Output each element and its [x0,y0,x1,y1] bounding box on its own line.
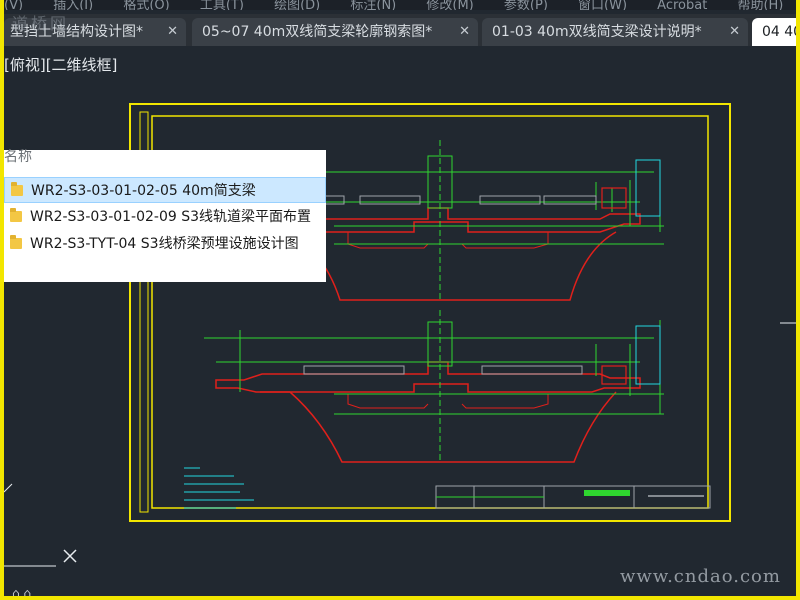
ucs-axis-y [4,483,13,493]
title-block [435,485,711,509]
watermark-top-left: 道桥网 [12,14,70,33]
drawing-notes [184,467,254,509]
status-bar-icons[interactable]: ⌂ ⌂ [12,586,31,596]
file-name: WR2-S3-TYT-04 S3线桥梁预埋设施设计图 [30,236,299,252]
folder-icon [10,208,22,222]
folder-icon [11,182,23,196]
watermark-bottom-right: www.cndao.com [620,566,781,587]
column-header-name[interactable]: 名称 [4,146,32,166]
ucs-x-marker-icon [63,549,77,563]
file-list-panel: 名称 WR2-S3-03-01-02-05 40m简支梁 WR2-S3-03-0… [4,149,326,282]
folder-icon [10,235,22,249]
file-name: WR2-S3-03-01-02-05 40m简支梁 [31,183,256,199]
drawing-canvas[interactable] [4,0,796,596]
lower-cross-section [204,310,664,463]
file-item[interactable]: WR2-S3-TYT-04 S3线桥梁预埋设施设计图 [4,231,326,257]
file-item[interactable]: WR2-S3-03-01-02-05 40m简支梁 [4,177,326,203]
cad-application-window: (V) 插入(I) 格式(O) 工具(T) 绘图(D) 标注(N) 修改(M) … [4,0,796,596]
file-item[interactable]: WR2-S3-03-01-02-09 S3线轨道梁平面布置 [4,204,326,230]
file-name: WR2-S3-03-01-02-09 S3线轨道梁平面布置 [30,209,312,225]
